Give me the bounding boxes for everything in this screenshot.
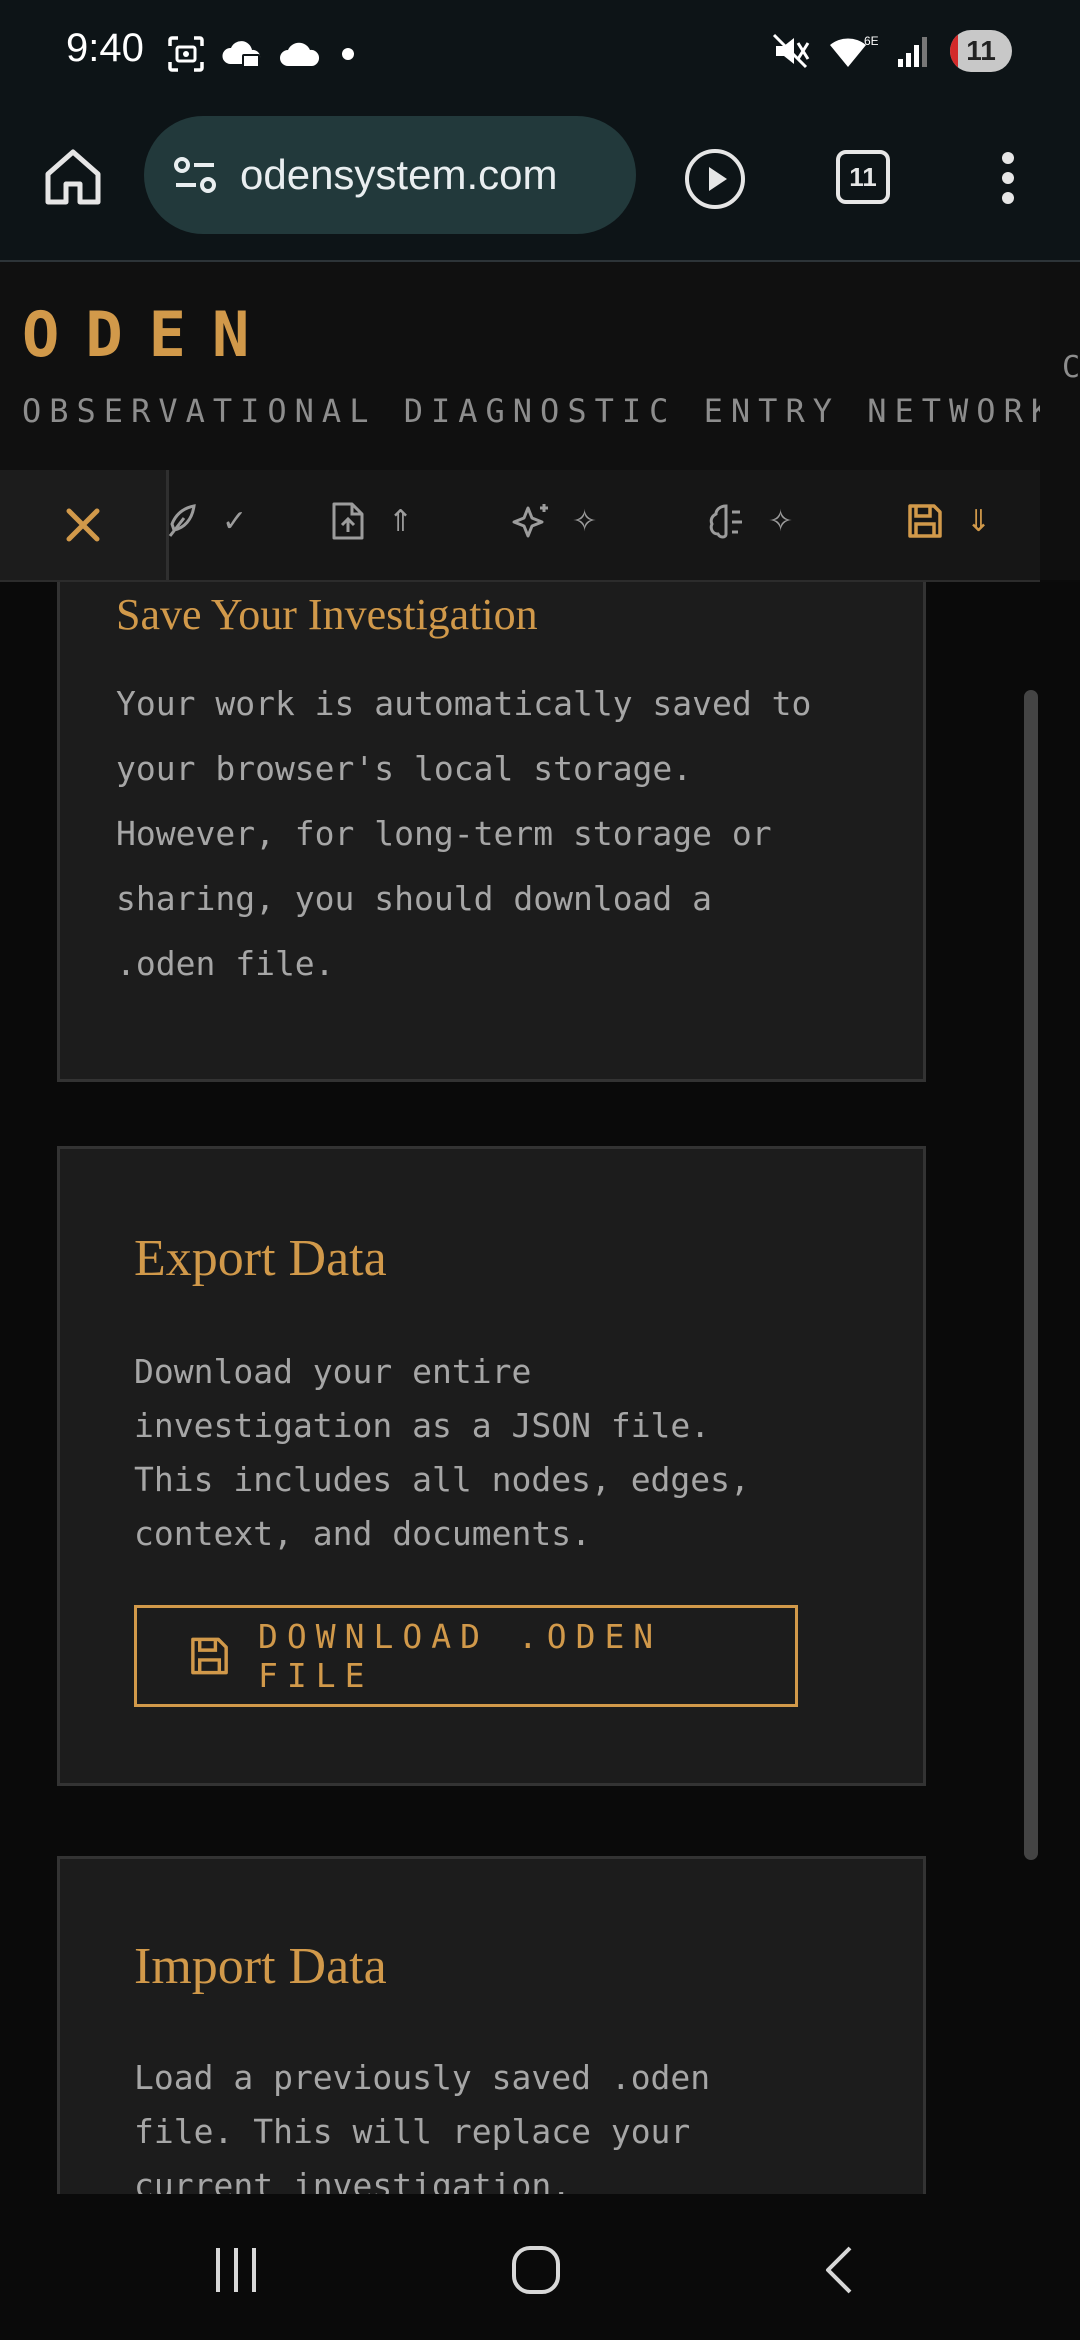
url-text[interactable]: odensystem.com bbox=[240, 151, 557, 199]
status-time: 9:40 bbox=[66, 26, 144, 70]
app-subtitle: OBSERVATIONAL DIAGNOSTIC ENTRY NETWORK bbox=[22, 392, 1059, 430]
home-icon[interactable] bbox=[40, 144, 106, 210]
battery-level: 11 bbox=[966, 35, 996, 66]
tool-analyze-button[interactable]: ✧ bbox=[706, 500, 793, 542]
status-bar: 9:40 6E 11 bbox=[0, 0, 1080, 110]
tool-save-button[interactable]: ⇓ bbox=[904, 500, 991, 542]
save-card-title: Save Your Investigation bbox=[116, 590, 538, 639]
browser-toolbar: odensystem.com 11 bbox=[0, 110, 1080, 262]
app-toolbar: ✓ ⇑ ✧ ✧ ⇓ bbox=[0, 470, 1040, 582]
play-icon[interactable] bbox=[683, 147, 747, 211]
tool-marker: ✓ bbox=[222, 503, 248, 539]
content-scrollbar[interactable] bbox=[1024, 690, 1038, 1860]
signal-icon bbox=[898, 37, 927, 67]
import-card-title: Import Data bbox=[134, 1938, 387, 1995]
tab-switcher-button[interactable]: 11 bbox=[836, 150, 890, 204]
app-header: ODEN OBSERVATIONAL DIAGNOSTIC ENTRY NETW… bbox=[0, 262, 1050, 472]
import-card-body: Load a previously saved .oden file. This… bbox=[134, 2058, 711, 2194]
sparkles-icon bbox=[512, 504, 548, 538]
screenshot-icon bbox=[168, 36, 204, 72]
tool-marker: ⇑ bbox=[388, 503, 414, 539]
import-data-card: Import Data Load a previously saved .ode… bbox=[57, 1856, 926, 2194]
tool-validate-button[interactable]: ✓ bbox=[160, 500, 247, 542]
system-icons: 6E 11 bbox=[770, 30, 1012, 72]
download-button-label: DOWNLOAD .ODEN FILE bbox=[258, 1617, 663, 1695]
save-icon bbox=[191, 1637, 228, 1675]
recent-apps-icon[interactable] bbox=[206, 2240, 266, 2300]
home-nav-icon[interactable] bbox=[506, 2240, 566, 2300]
tool-upload-button[interactable]: ⇑ bbox=[326, 500, 413, 542]
export-data-card: Export Data Download your entire investi… bbox=[57, 1146, 926, 1786]
close-button[interactable] bbox=[0, 470, 169, 580]
offscreen-column bbox=[1040, 262, 1080, 580]
address-bar[interactable]: odensystem.com bbox=[144, 116, 636, 234]
back-icon[interactable] bbox=[812, 2240, 872, 2300]
tool-marker: ✧ bbox=[768, 503, 794, 539]
modal-content: Save Your Investigation Your work is aut… bbox=[0, 582, 1080, 2194]
tool-marker: ✧ bbox=[572, 503, 598, 539]
download-oden-button[interactable]: DOWNLOAD .ODEN FILE bbox=[134, 1605, 798, 1707]
save-card-body: Your work is automatically saved to your… bbox=[116, 684, 812, 983]
brain-icon bbox=[709, 504, 742, 539]
save-investigation-card: Save Your Investigation Your work is aut… bbox=[57, 582, 926, 1082]
offscreen-text-fragment: C bbox=[1062, 350, 1080, 385]
close-icon bbox=[66, 508, 100, 542]
wifi-6e-icon: 6E bbox=[830, 34, 878, 67]
save-icon bbox=[908, 504, 942, 538]
export-card-title: Export Data bbox=[134, 1230, 387, 1287]
tab-count: 11 bbox=[849, 161, 877, 192]
site-settings-icon[interactable] bbox=[170, 150, 220, 200]
notification-icons bbox=[166, 34, 360, 74]
gallery-cloud-icon bbox=[222, 41, 261, 68]
battery-indicator: 11 bbox=[950, 30, 1012, 72]
tool-marker: ⇓ bbox=[966, 503, 992, 539]
notification-dot-icon bbox=[342, 48, 354, 60]
file-upload-icon bbox=[332, 502, 364, 540]
export-card-body: Download your entire investigation as a … bbox=[134, 1352, 750, 1553]
cloud-icon bbox=[280, 42, 320, 66]
app-logo[interactable]: ODEN bbox=[22, 298, 275, 371]
mute-icon bbox=[772, 33, 810, 69]
tool-generate-button[interactable]: ✧ bbox=[510, 500, 597, 542]
network-label: 6E bbox=[864, 34, 878, 48]
system-navigation-bar bbox=[0, 2194, 1080, 2340]
more-options-icon[interactable] bbox=[996, 148, 1020, 208]
feather-icon bbox=[168, 504, 196, 537]
